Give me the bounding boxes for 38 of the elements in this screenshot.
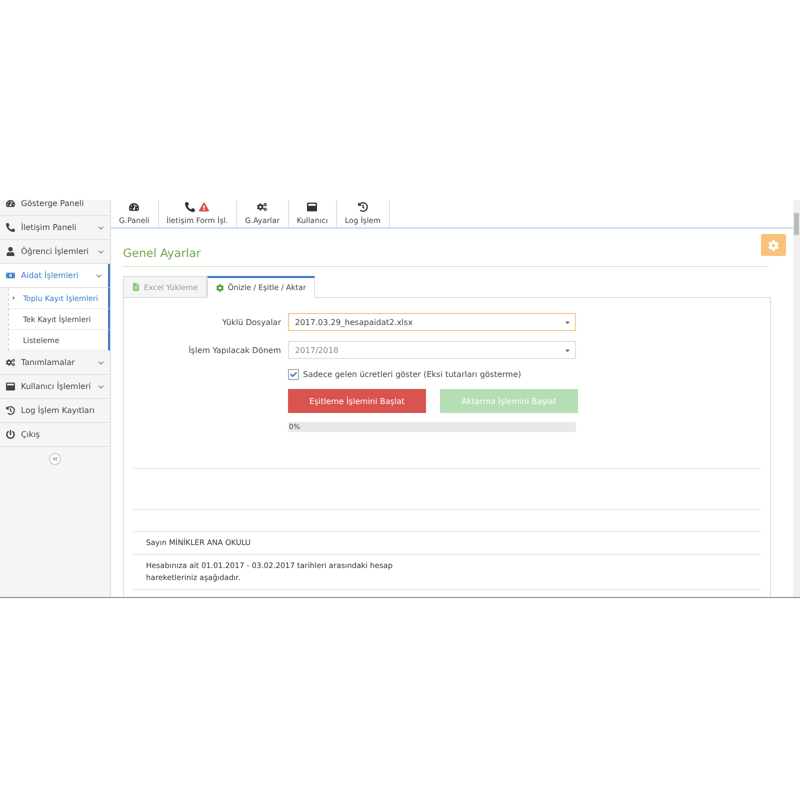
window-icon xyxy=(307,202,318,212)
select-field[interactable]: 2017.03.29_hesapaidat2.xlsx xyxy=(288,313,576,331)
checkbox-label: Sadece gelen ücretleri göster (Eksi tutarları gösterme) xyxy=(303,370,522,379)
menu-icon xyxy=(6,247,15,256)
caret-icon xyxy=(11,295,17,301)
gear-icon xyxy=(216,284,224,292)
menu-icon xyxy=(6,430,15,439)
menu-icon xyxy=(6,406,15,415)
check-icon xyxy=(290,371,297,378)
field-label: İşlem Yapılacak Dönem xyxy=(188,346,282,354)
menu-icon xyxy=(6,200,15,208)
warning-icon xyxy=(199,202,210,212)
menu-icon xyxy=(6,223,15,232)
sidebar-item[interactable]: Çıkış xyxy=(0,423,110,447)
menu-icon xyxy=(6,382,15,391)
caret-icon xyxy=(564,318,571,326)
sidebar-item[interactable]: Aidat İşlemleri xyxy=(0,264,110,288)
sidebar-item[interactable]: Kullanıcı İşlemleri xyxy=(0,375,110,399)
settings-button[interactable] xyxy=(761,234,786,256)
collapse-button[interactable] xyxy=(49,453,61,465)
document-icon xyxy=(132,283,140,291)
double-chevron-icon xyxy=(52,456,58,462)
phone-icon xyxy=(185,202,196,212)
sidebar-item[interactable]: Log İşlem Kayıtları xyxy=(0,399,110,423)
gears-icon xyxy=(257,202,268,212)
checkbox[interactable] xyxy=(288,369,299,380)
menu-icon xyxy=(6,358,15,367)
caret-icon xyxy=(564,346,571,354)
gauge-icon xyxy=(129,202,140,212)
field-label: Yüklü Dosyalar xyxy=(221,318,282,326)
action-button[interactable]: Eşitleme İşlemini Başlat xyxy=(288,389,426,413)
sidebar-item[interactable]: Gösterge Paneli xyxy=(0,200,110,216)
settings-icon xyxy=(768,240,779,250)
scrollbar[interactable] xyxy=(793,200,800,597)
sidebar-item[interactable]: İletişim Paneli xyxy=(0,216,110,240)
menu-icon xyxy=(6,271,15,280)
history-icon xyxy=(358,202,368,212)
sidebar-item[interactable]: Tanımlamalar xyxy=(0,351,110,375)
